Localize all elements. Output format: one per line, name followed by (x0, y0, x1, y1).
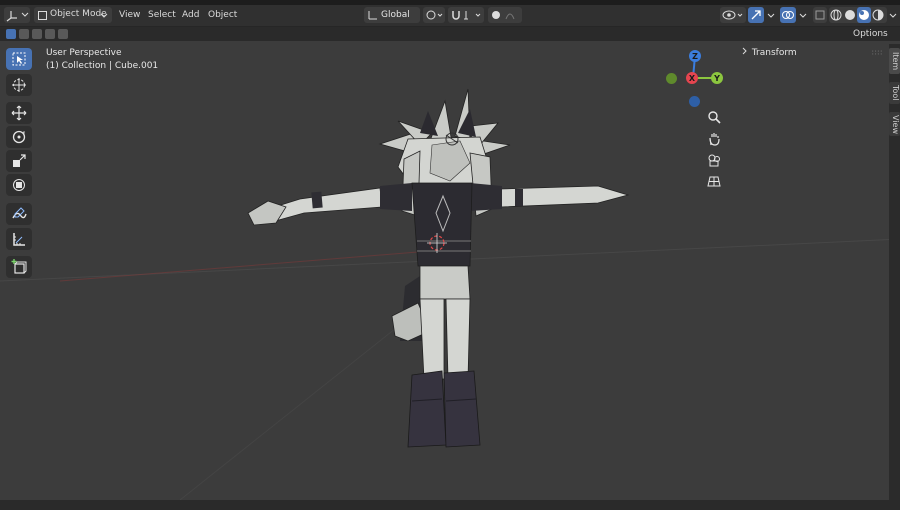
options-label: Options (853, 29, 888, 39)
zoom-button[interactable] (704, 107, 724, 127)
tab-item[interactable]: Item (889, 48, 900, 74)
chevron-down-icon (889, 13, 897, 18)
gizmo-dropdown[interactable] (765, 7, 777, 23)
menu-object[interactable]: Object (208, 5, 237, 26)
gizmo-x-axis[interactable]: X (686, 72, 698, 84)
xray-toggle-button[interactable] (813, 7, 827, 23)
chevron-down-icon (799, 13, 807, 18)
menu-view[interactable]: View (119, 5, 140, 26)
select-new-icon[interactable] (6, 29, 16, 39)
cursor-tool[interactable] (6, 74, 32, 96)
magnifier-icon (708, 111, 721, 124)
viewport-header: Object Mode View Select Add Object Globa… (0, 5, 900, 27)
sidebar-tabs: Item Tool View (889, 44, 900, 500)
shading-mode-group (829, 7, 887, 23)
transform-panel-header[interactable]: Transform (741, 47, 797, 58)
pan-button[interactable] (704, 129, 724, 149)
gizmo-neg-z-axis[interactable] (689, 96, 700, 107)
tab-tool[interactable]: Tool (889, 82, 900, 104)
select-cursor-icon (12, 52, 26, 66)
timeline-header (0, 500, 900, 510)
grid-icon (707, 176, 721, 187)
transform-icon (13, 179, 25, 191)
select-intersect-icon[interactable] (58, 29, 68, 39)
proportional-edit-button[interactable] (488, 7, 522, 23)
options-dropdown[interactable]: Options (853, 27, 900, 49)
x-axis-line (59, 250, 431, 282)
pivot-icon (426, 10, 443, 20)
viewport-scene (0, 88, 900, 500)
select-box-tool[interactable] (6, 48, 32, 70)
annotate-tool[interactable] (6, 203, 32, 225)
gizmo-neg-y-axis[interactable] (666, 73, 677, 84)
axes-icon (6, 11, 29, 22)
material-shading-icon (859, 10, 869, 20)
scale-tool[interactable] (6, 150, 32, 172)
chevron-right-icon (742, 47, 747, 55)
transform-orientation-dropdown[interactable]: Global (364, 7, 420, 23)
chevron-down-icon (100, 13, 108, 18)
select-extend-icon[interactable] (19, 29, 29, 39)
navigation-gizmo[interactable]: Z Y X (662, 47, 728, 113)
orientation-label: Global (381, 10, 410, 20)
drag-handle-icon[interactable]: ∷∷ (872, 49, 883, 57)
proportional-edit-icon (492, 11, 515, 20)
overlays-icon (782, 11, 794, 19)
ortho-toggle-button[interactable] (704, 171, 724, 191)
gizmo-z-axis[interactable]: Z (689, 50, 701, 62)
transform-tool[interactable] (6, 174, 32, 196)
solid-shading-icon (845, 10, 855, 20)
wireframe-shading-icon (830, 9, 842, 21)
camera-icon (708, 154, 720, 167)
menu-select[interactable]: Select (148, 5, 176, 26)
tab-view[interactable]: View (889, 112, 900, 136)
shading-dropdown[interactable] (887, 7, 899, 23)
magnet-icon (452, 11, 481, 20)
shading-icons (830, 7, 884, 23)
3d-viewport[interactable]: User Perspective (1) Collection | Cube.0… (0, 41, 900, 500)
crosshair-icon (12, 78, 26, 92)
mode-dropdown[interactable]: Object Mode (34, 7, 112, 23)
object-mode-icon (38, 11, 47, 20)
rotate-icon (12, 130, 26, 144)
xray-icon (815, 10, 825, 20)
character-model[interactable] (247, 88, 630, 448)
eye-icon (722, 10, 743, 20)
gizmo-toggle-button[interactable] (748, 7, 764, 23)
gizmo-icon (751, 10, 761, 20)
select-invert-icon[interactable] (45, 29, 55, 39)
add-cube-tool[interactable] (6, 256, 32, 278)
scale-icon (13, 154, 26, 167)
editor-type-button[interactable] (4, 7, 30, 23)
hand-icon (709, 133, 720, 146)
overlays-dropdown[interactable] (797, 7, 809, 23)
pencil-icon (12, 207, 27, 219)
visibility-button[interactable] (720, 7, 746, 23)
overlays-toggle-button[interactable] (780, 7, 796, 23)
transform-label: Transform (751, 48, 797, 58)
menu-add[interactable]: Add (182, 5, 199, 26)
mode-label: Object Mode (50, 9, 107, 19)
rotate-tool[interactable] (6, 126, 32, 148)
select-subtract-icon[interactable] (32, 29, 42, 39)
tool-settings-bar: Options (0, 27, 900, 49)
camera-view-button[interactable] (704, 150, 724, 170)
perspective-label: User Perspective (46, 48, 122, 58)
snap-button[interactable] (448, 7, 484, 23)
collection-label: (1) Collection | Cube.001 (46, 61, 159, 71)
ruler-icon (13, 233, 25, 246)
orientation-icon (368, 11, 377, 20)
move-tool[interactable] (6, 102, 32, 124)
rendered-shading-icon (872, 9, 884, 21)
measure-tool[interactable] (6, 228, 32, 250)
chevron-down-icon (767, 13, 775, 18)
gizmo-y-axis[interactable]: Y (711, 72, 723, 84)
move-arrows-icon (11, 105, 27, 121)
add-cube-icon (11, 259, 27, 274)
pivot-point-button[interactable] (423, 7, 445, 23)
